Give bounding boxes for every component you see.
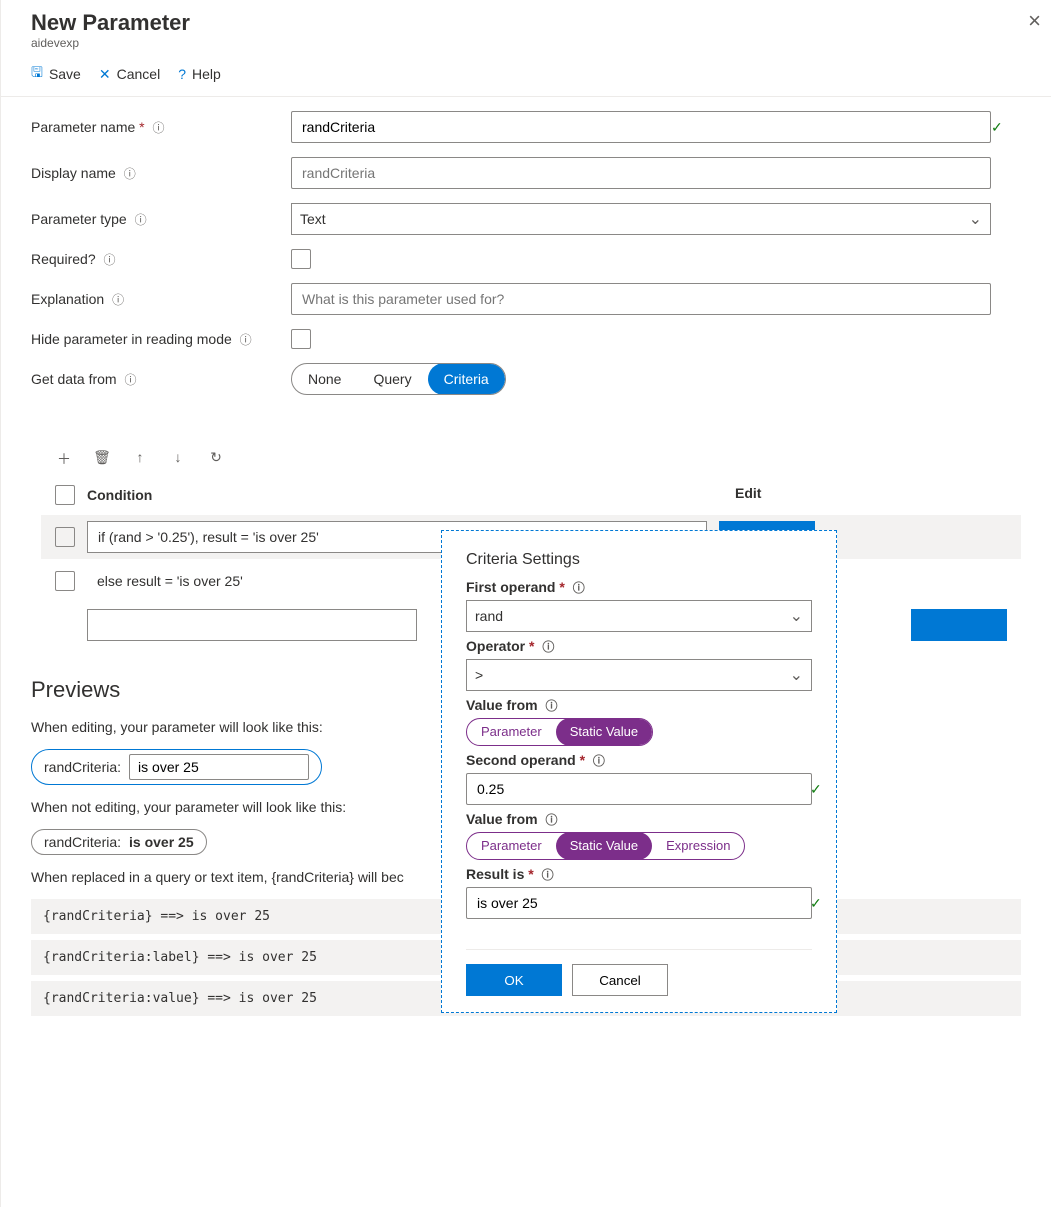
page-title: New Parameter — [31, 10, 1021, 36]
required-checkbox[interactable] — [291, 249, 311, 269]
value-from-2-label: Value from — [466, 811, 538, 827]
pill-input[interactable] — [129, 754, 309, 780]
check-icon: ✓ — [810, 781, 822, 798]
operator-select[interactable]: > — [466, 659, 812, 691]
help-button[interactable]: ?Help — [178, 62, 221, 86]
check-icon: ✓ — [991, 119, 1003, 136]
seg-parameter[interactable]: Parameter — [467, 718, 556, 746]
param-name-label: Parameter name — [31, 119, 135, 135]
row-checkbox[interactable] — [55, 571, 75, 591]
edit-header: Edit — [735, 485, 761, 505]
get-data-segment: None Query Criteria — [291, 363, 506, 395]
pill-label: randCriteria: — [44, 759, 121, 775]
explanation-label: Explanation — [31, 291, 104, 307]
info-icon[interactable] — [236, 331, 252, 347]
info-icon[interactable] — [120, 165, 136, 181]
preview-editing-pill: randCriteria: — [31, 749, 322, 785]
info-icon[interactable] — [100, 251, 116, 267]
criteria-settings-popup: Criteria Settings First operand * rand O… — [441, 530, 837, 1013]
info-icon[interactable] — [541, 697, 557, 713]
value-from-2-segment: Parameter Static Value Expression — [466, 832, 745, 860]
help-icon: ? — [178, 66, 186, 82]
second-operand-label: Second operand — [466, 752, 576, 768]
page-subtitle: aidevexp — [31, 36, 1021, 50]
info-icon[interactable] — [149, 119, 165, 135]
save-icon: 🖫 — [31, 62, 43, 86]
display-name-input[interactable] — [291, 157, 991, 189]
seg-static-value[interactable]: Static Value — [556, 832, 652, 860]
seg-static-value[interactable]: Static Value — [556, 718, 652, 746]
value-from-1-label: Value from — [466, 697, 538, 713]
get-data-label: Get data from — [31, 371, 117, 387]
info-icon[interactable] — [108, 291, 124, 307]
move-down-icon[interactable]: ↓ — [169, 449, 187, 469]
first-operand-select[interactable]: rand — [466, 600, 812, 632]
param-name-input[interactable] — [291, 111, 991, 143]
chevron-down-icon — [790, 665, 803, 685]
chevron-down-icon — [969, 209, 982, 229]
pill-value: is over 25 — [129, 834, 194, 850]
info-icon[interactable] — [131, 211, 147, 227]
info-icon[interactable] — [541, 811, 557, 827]
hide-checkbox[interactable] — [291, 329, 311, 349]
pill-label: randCriteria: — [44, 834, 121, 850]
required-label: Required? — [31, 251, 96, 267]
seg-query[interactable]: Query — [357, 363, 427, 395]
row-checkbox[interactable] — [55, 527, 75, 547]
empty-input[interactable] — [87, 609, 417, 641]
cancel-button[interactable]: Cancel — [572, 964, 668, 996]
seg-criteria[interactable]: Criteria — [428, 363, 505, 395]
info-icon[interactable] — [538, 638, 554, 654]
delete-icon[interactable]: 🗑 — [93, 449, 111, 469]
edit-button[interactable] — [911, 609, 1007, 641]
close-icon[interactable]: × — [1028, 8, 1041, 34]
seg-none[interactable]: None — [292, 363, 357, 395]
info-icon[interactable] — [120, 371, 136, 387]
operator-label: Operator — [466, 638, 525, 654]
param-type-label: Parameter type — [31, 211, 127, 227]
move-up-icon[interactable]: ↑ — [131, 449, 149, 469]
preview-readonly-pill: randCriteria: is over 25 — [31, 829, 207, 855]
select-all-checkbox[interactable] — [55, 485, 75, 505]
popup-title: Criteria Settings — [466, 551, 812, 569]
display-name-label: Display name — [31, 165, 116, 181]
info-icon[interactable] — [538, 866, 554, 882]
first-operand-label: First operand — [466, 579, 555, 595]
chevron-down-icon — [790, 606, 803, 626]
check-icon: ✓ — [810, 895, 822, 912]
param-type-select[interactable]: Text — [291, 203, 991, 235]
result-label: Result is — [466, 866, 524, 882]
cancel-icon: ✕ — [99, 66, 111, 83]
cancel-button[interactable]: ✕Cancel — [99, 62, 160, 86]
save-button[interactable]: 🖫Save — [31, 62, 81, 86]
ok-button[interactable]: OK — [466, 964, 562, 996]
add-icon[interactable]: ＋ — [55, 449, 73, 469]
condition-header: Condition — [87, 487, 152, 503]
result-input[interactable] — [466, 887, 812, 919]
seg-expression[interactable]: Expression — [652, 832, 744, 860]
second-operand-input[interactable] — [466, 773, 812, 805]
refresh-icon[interactable]: ↻ — [207, 449, 225, 469]
info-icon[interactable] — [569, 579, 585, 595]
seg-parameter[interactable]: Parameter — [467, 832, 556, 860]
info-icon[interactable] — [589, 752, 605, 768]
hide-label: Hide parameter in reading mode — [31, 331, 232, 347]
value-from-1-segment: Parameter Static Value — [466, 718, 653, 746]
explanation-input[interactable] — [291, 283, 991, 315]
